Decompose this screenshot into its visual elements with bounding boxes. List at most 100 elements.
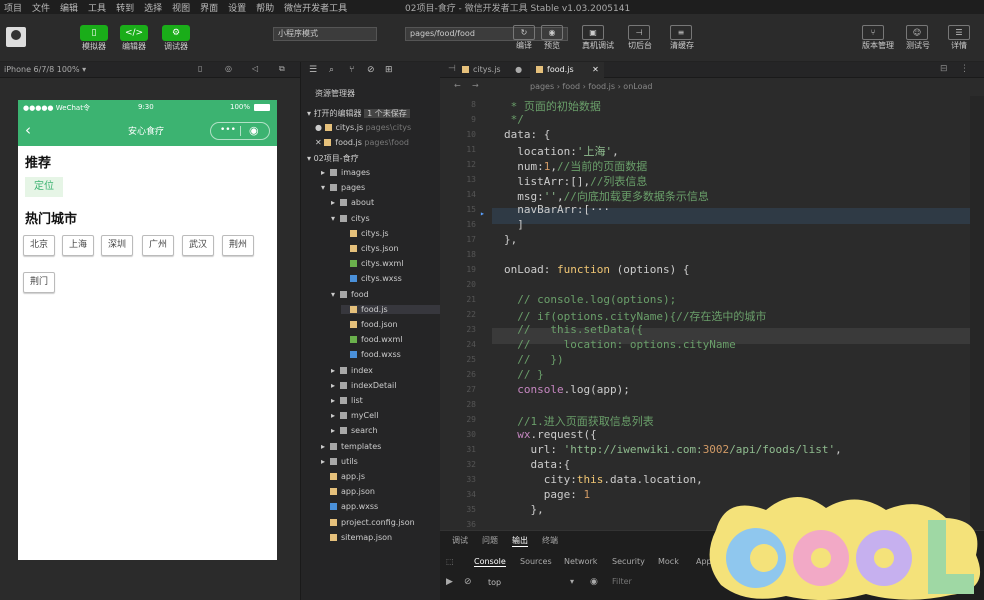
menu-item[interactable]: 工具 [88, 1, 106, 14]
mode-select[interactable]: 小程序模式 [273, 27, 377, 41]
locate-button[interactable]: 定位 [25, 177, 63, 197]
city-chip[interactable]: 广州 [142, 235, 174, 256]
file-tree-item[interactable]: ▸ templates [321, 442, 381, 451]
panel-tab-debug[interactable]: 调试 [452, 535, 468, 546]
sidebar-toggle-icon[interactable]: ▶ [446, 577, 453, 587]
file-tree-item[interactable]: ▾ citys [331, 214, 370, 223]
search-icon[interactable]: ⌕ [329, 65, 334, 75]
file-tree-item[interactable]: ▸ indexDetail [331, 381, 396, 390]
menu-item[interactable]: 项目 [4, 1, 22, 14]
menu-item[interactable]: 帮助 [256, 1, 274, 14]
editor-toggle[interactable]: </> 编辑器 [120, 25, 148, 52]
file-tree-item[interactable]: ▸ images [321, 168, 370, 177]
scrollbar[interactable] [970, 96, 984, 530]
city-chip[interactable]: 荆州 [222, 235, 254, 256]
popout-icon[interactable]: ⧉ [279, 64, 285, 74]
back-icon[interactable]: ‹ [25, 121, 31, 139]
volume-icon[interactable]: ◁ [252, 64, 258, 73]
open-file-item[interactable]: ● citys.js pages\citys [315, 123, 411, 132]
project-header[interactable]: ▾ 02项目-食疗 [307, 153, 359, 164]
files-icon[interactable]: ☰ [309, 65, 317, 75]
debug-icon[interactable]: ⊘ [367, 65, 375, 75]
city-chip[interactable]: 武汉 [182, 235, 214, 256]
context-select[interactable]: top [488, 578, 501, 587]
file-tree-item[interactable]: project.config.json [321, 518, 415, 527]
file-tree-item[interactable]: ▸ utils [321, 457, 358, 466]
menu-item[interactable]: 编辑 [60, 1, 78, 14]
more-icon[interactable]: ⋮ [960, 64, 969, 74]
simulator-toggle[interactable]: ▯ 模拟器 [80, 25, 108, 52]
city-chip[interactable]: 上海 [62, 235, 94, 256]
sources-tab[interactable]: Sources [520, 557, 552, 566]
panel-tab-terminal[interactable]: 终端 [542, 535, 558, 546]
mock-tab[interactable]: Mock [658, 557, 679, 566]
branch-icon[interactable]: ⑂ [349, 65, 354, 75]
panel-tab-output[interactable]: 输出 [512, 535, 528, 547]
code-editor[interactable]: 8 9 10 11 12 13 14 15 16 17 18 19 20 21 22 23 24 25 26 27 28… [440, 96, 984, 574]
filter-input[interactable] [612, 575, 712, 588]
inspect-icon[interactable]: ⬚ [446, 557, 454, 566]
test-account-button[interactable]: ☺ 测试号 [906, 25, 930, 51]
compile-button[interactable]: ↻ 编译 [513, 25, 535, 51]
menu-item[interactable]: 转到 [116, 1, 134, 14]
file-tree-item[interactable]: app.js [321, 472, 365, 481]
eye-icon[interactable]: ◉ [590, 577, 598, 587]
menu-item[interactable]: 设置 [228, 1, 246, 14]
more-icon[interactable]: ••• [220, 125, 236, 135]
avatar[interactable] [6, 27, 26, 47]
open-file-item[interactable]: ✕ food.js pages\food [315, 138, 409, 147]
file-tree-item[interactable]: ▸ myCell [331, 411, 378, 420]
file-tree-item[interactable]: food.json [341, 320, 398, 329]
menu-item[interactable]: 文件 [32, 1, 50, 14]
device-select[interactable]: iPhone 6/7/8 100% ▾ [4, 65, 86, 74]
city-chip[interactable]: 深圳 [101, 235, 133, 256]
details-button[interactable]: ☰ 详情 [948, 25, 970, 51]
file-tree-item[interactable]: ▸ list [331, 396, 363, 405]
tab-citys[interactable]: citys.js ● [456, 62, 528, 78]
debugger-toggle[interactable]: ⚙ 调试器 [162, 25, 190, 52]
menu-item[interactable]: 视图 [172, 1, 190, 14]
extensions-icon[interactable]: ⊞ [385, 65, 393, 75]
back-arrow-icon[interactable]: ← [454, 81, 461, 90]
file-tree-item[interactable]: ▾ pages [321, 183, 365, 192]
menu-item[interactable]: 微信开发者工具 [284, 1, 347, 14]
file-tree-item[interactable]: app.wxss [321, 502, 378, 511]
menu-item[interactable]: 选择 [144, 1, 162, 14]
clear-console-icon[interactable]: ⊘ [464, 577, 472, 587]
close-icon[interactable]: ◉ [249, 124, 259, 137]
split-editor-icon[interactable]: ⊟ [940, 64, 948, 74]
file-tree-item[interactable]: app.json [321, 487, 375, 496]
file-tree-item[interactable]: ▸ index [331, 366, 373, 375]
file-tree-item[interactable]: ▸ search [331, 426, 378, 435]
fold-arrow-icon[interactable]: ▸ [480, 209, 485, 218]
remote-debug-button[interactable]: ▣ 真机调试 [582, 25, 614, 51]
panel-tab-problems[interactable]: 问题 [482, 535, 498, 546]
console-tab[interactable]: Console [474, 557, 506, 567]
preview-button[interactable]: ◉ 预览 [541, 25, 563, 51]
clear-cache-button[interactable]: ≡ 清缓存 [670, 25, 694, 51]
city-chip[interactable]: 荆门 [23, 272, 55, 293]
rotate-icon[interactable]: ▯ [198, 64, 202, 73]
forward-arrow-icon[interactable]: → [472, 81, 479, 90]
network-tab[interactable]: Network [564, 557, 597, 566]
breadcrumb-path[interactable]: pages › food › food.js › onLoad [530, 82, 652, 91]
open-editors-header[interactable]: ▾ 打开的编辑器 1 个未保存 [307, 108, 410, 119]
version-button[interactable]: ⑂ 版本管理 [862, 25, 894, 51]
menu-item[interactable]: 界面 [200, 1, 218, 14]
file-tree-item[interactable]: sitemap.json [321, 533, 392, 542]
file-tree-item[interactable]: citys.wxml [341, 259, 404, 268]
background-button[interactable]: ⊣ 切后台 [628, 25, 652, 51]
file-tree-item[interactable]: citys.wxss [341, 274, 402, 283]
file-tree-item[interactable]: citys.json [341, 244, 399, 253]
file-tree-item[interactable]: citys.js [341, 229, 389, 238]
security-tab[interactable]: Security [612, 557, 645, 566]
file-tree-item[interactable]: food.wxml [341, 335, 403, 344]
file-tree-item[interactable]: food.js [341, 304, 441, 314]
record-icon[interactable]: ◎ [225, 64, 232, 73]
file-tree-item[interactable]: ▸ about [331, 198, 374, 207]
split-icon[interactable]: ⊣ [448, 64, 456, 74]
file-tree-item[interactable]: food.wxss [341, 350, 401, 359]
city-chip[interactable]: 北京 [23, 235, 55, 256]
file-tree-item[interactable]: ▾ food [331, 290, 369, 299]
close-icon[interactable]: ✕ [592, 65, 599, 74]
